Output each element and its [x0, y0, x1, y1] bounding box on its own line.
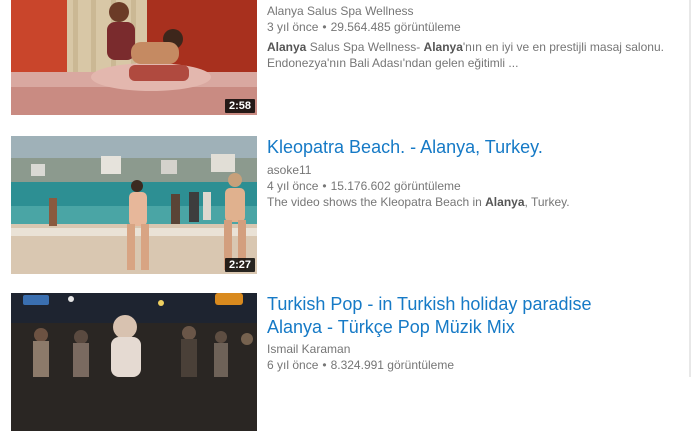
video-thumbnail[interactable]: 2:27 [11, 136, 257, 274]
video-meta: 3 yıl önce • 29.564.485 görüntüleme [267, 19, 691, 35]
video-duration: 2:58 [224, 99, 255, 113]
video-result: 2:58 Alanya Salus Spa Wellness 3 yıl önc… [11, 0, 691, 120]
meta-separator: • [322, 358, 327, 372]
thumbnail-image [11, 0, 257, 115]
highlight-term: Alanya [423, 40, 463, 54]
video-thumbnail[interactable] [11, 293, 257, 431]
view-count: 8.324.991 görüntüleme [330, 358, 455, 372]
channel-name[interactable]: asoke11 [267, 162, 691, 178]
video-result: 2:27 Kleopatra Beach. - Alanya, Turkey. … [11, 136, 691, 276]
view-count: 29.564.485 görüntüleme [330, 20, 461, 34]
video-description: The video shows the Kleopatra Beach in A… [267, 194, 691, 210]
video-title-link[interactable]: Turkish Pop - in Turkish holiday paradis… [267, 293, 691, 339]
description-text: 'nın en iyi ve en prestijli masaj salonu… [462, 40, 664, 54]
view-count: 15.176.602 görüntüleme [330, 179, 461, 193]
video-meta: 4 yıl önce • 15.176.602 görüntüleme [267, 178, 691, 194]
upload-age: 3 yıl önce [267, 20, 319, 34]
video-title-link[interactable]: Kleopatra Beach. - Alanya, Turkey. [267, 136, 691, 159]
upload-age: 6 yıl önce [267, 358, 319, 372]
upload-age: 4 yıl önce [267, 179, 319, 193]
title-line: Alanya - Türkçe Pop Müzik Mix [267, 317, 515, 337]
highlight-term: Alanya [267, 40, 307, 54]
video-duration: 2:27 [224, 258, 255, 272]
video-info: Turkish Pop - in Turkish holiday paradis… [267, 293, 691, 373]
video-result: Turkish Pop - in Turkish holiday paradis… [11, 293, 691, 431]
description-text: , Turkey. [524, 195, 570, 209]
description-line: Alanya Salus Spa Wellness- Alanya'nın en… [267, 39, 691, 55]
video-meta: 6 yıl önce • 8.324.991 görüntüleme [267, 357, 691, 373]
meta-separator: • [322, 179, 327, 193]
thumbnail-image [11, 136, 257, 274]
channel-name[interactable]: Alanya Salus Spa Wellness [267, 3, 691, 19]
video-info: Alanya Salus Spa Wellness 3 yıl önce • 29.… [267, 3, 691, 71]
description-text: The video shows the Kleopatra Beach in [267, 195, 486, 209]
description-line: Endonezya'nın Bali Adası'ndan gelen eğit… [267, 56, 519, 70]
title-line: Turkish Pop - in Turkish holiday paradis… [267, 294, 592, 314]
meta-separator: • [322, 20, 327, 34]
highlight-term: Alanya [485, 195, 525, 209]
thumbnail-image [11, 293, 257, 431]
video-info: Kleopatra Beach. - Alanya, Turkey. asoke… [267, 136, 691, 210]
video-thumbnail[interactable]: 2:58 [11, 0, 257, 115]
description-text: Salus Spa Wellness- [306, 40, 424, 54]
channel-name[interactable]: Ismail Karaman [267, 341, 691, 357]
video-description: Alanya Salus Spa Wellness- Alanya'nın en… [267, 39, 691, 71]
